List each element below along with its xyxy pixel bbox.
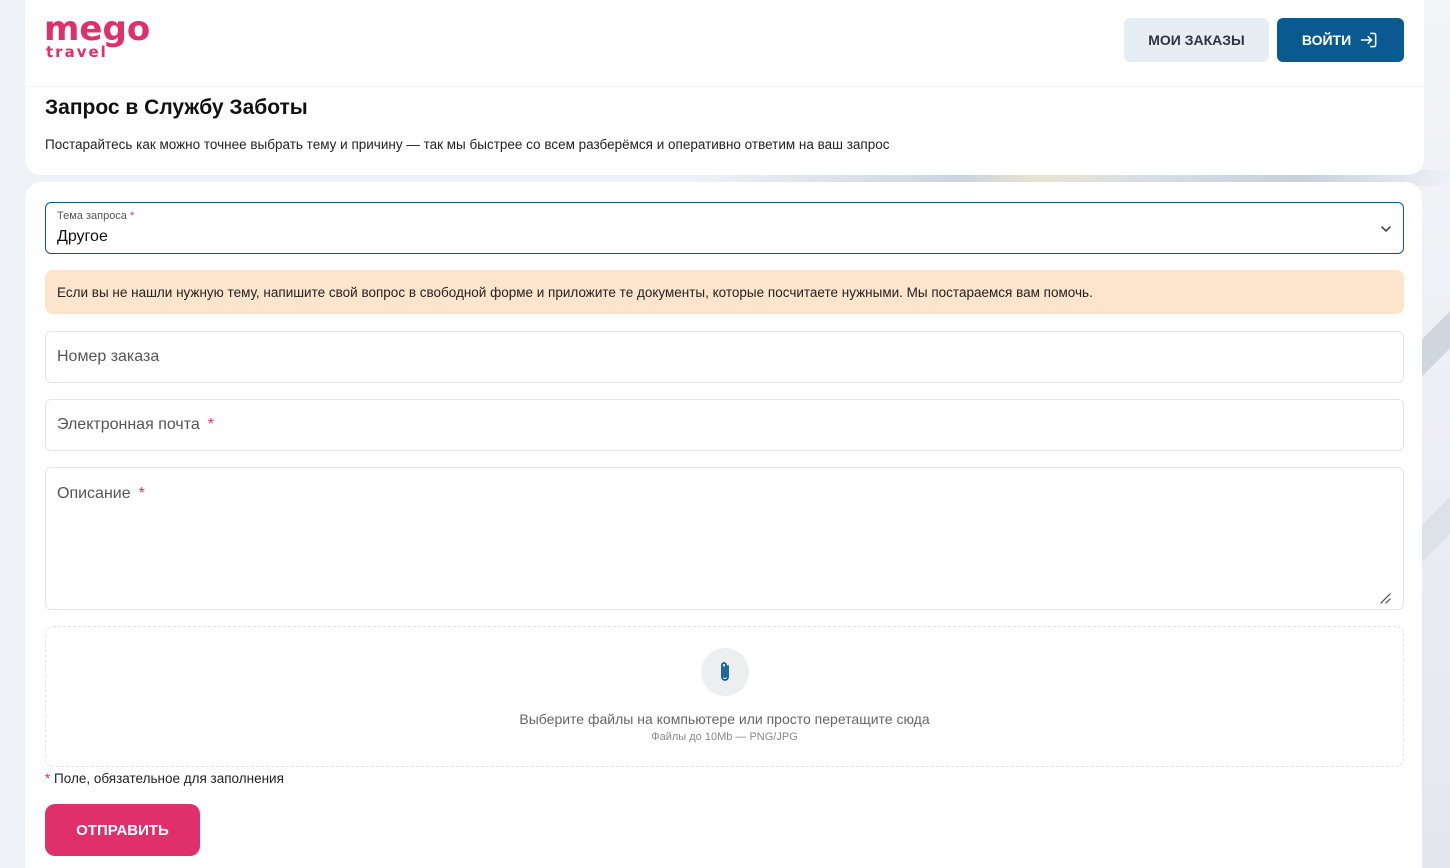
my-orders-button[interactable]: МОИ ЗАКАЗЫ [1124,18,1269,62]
header-divider [25,86,1424,87]
topic-select-label: Тема запроса * [57,210,135,222]
logo-travel-text: travel [46,43,108,61]
order-number-placeholder: Номер заказа [57,348,160,365]
page-title: Запрос в Службу Заботы [45,96,308,119]
header-card: mego travel МОИ ЗАКАЗЫ ВОЙТИ Запрос в Сл… [25,0,1424,175]
dropzone-main-text: Выберите файлы на компьютере или просто … [519,711,930,727]
dropzone-sub-text: Файлы до 10Mb — PNG/JPG [651,731,798,743]
description-textarea[interactable]: Описание * [45,467,1404,610]
description-placeholder: Описание [57,485,131,502]
login-button-label: ВОЙТИ [1301,32,1352,48]
submit-button[interactable]: ОТПРАВИТЬ [45,804,200,856]
resize-grip-icon[interactable] [1379,592,1391,604]
email-placeholder: Электронная почта [57,416,200,433]
chevron-down-icon [1381,226,1391,232]
required-mark: * [130,210,135,222]
page-subtitle: Постарайтесь как можно точнее выбрать те… [45,137,890,152]
required-field-note: * Поле, обязательное для заполнения [45,771,284,786]
email-input[interactable]: Электронная почта * [45,399,1404,451]
request-form: Тема запроса * Другое Если вы не нашли н… [25,182,1422,868]
order-number-input[interactable]: Номер заказа [45,331,1404,383]
topic-select-value: Другое [57,228,108,245]
login-icon [1360,32,1377,48]
logo[interactable]: mego travel [44,10,154,62]
login-button[interactable]: ВОЙТИ [1277,18,1404,62]
topic-select[interactable]: Тема запроса * Другое [45,202,1404,254]
paperclip-icon [721,662,729,681]
attach-button[interactable] [701,648,749,696]
file-dropzone[interactable]: Выберите файлы на компьютере или просто … [45,626,1404,767]
info-notice: Если вы не нашли нужную тему, напишите с… [45,270,1404,314]
required-mark: * [45,771,51,786]
required-mark: * [207,416,215,433]
required-mark: * [138,485,145,502]
